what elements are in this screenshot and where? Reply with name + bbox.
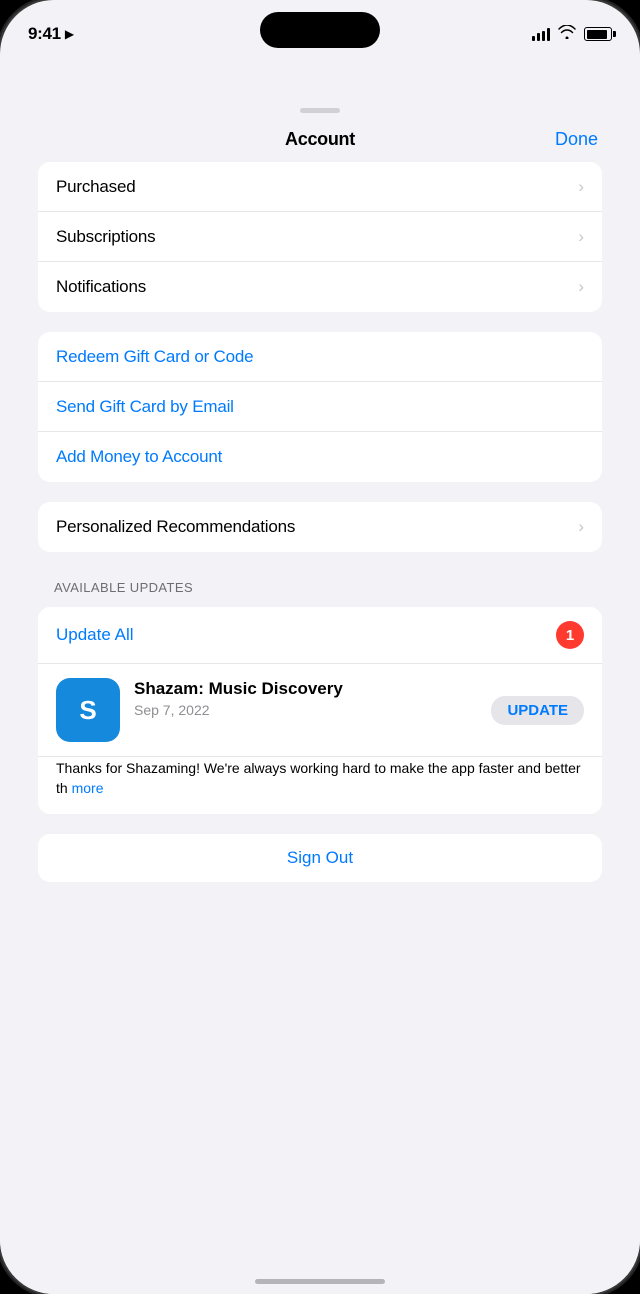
app-row-shazam: S Shazam: Music Discovery Sep 7, 2022 UP… (38, 664, 602, 757)
done-button[interactable]: Done (555, 129, 598, 150)
available-updates-label: AVAILABLE UPDATES (22, 572, 618, 603)
send-gift-row[interactable]: Send Gift Card by Email (38, 382, 602, 432)
notifications-row[interactable]: Notifications › (38, 262, 602, 312)
phone-frame: 9:41 ▶ (0, 0, 640, 1294)
content-scroll[interactable]: Purchased › Subscriptions › Notification… (22, 162, 618, 1276)
signal-bars (532, 27, 550, 41)
sign-out-label: Sign Out (287, 848, 353, 868)
section3-card: Personalized Recommendations › (38, 502, 602, 552)
status-icons (532, 25, 612, 43)
signal-bar-1 (532, 36, 535, 41)
section2-card: Redeem Gift Card or Code Send Gift Card … (38, 332, 602, 482)
subscriptions-row[interactable]: Subscriptions › (38, 212, 602, 262)
wifi-icon (558, 25, 576, 43)
section1-card: Purchased › Subscriptions › Notification… (38, 162, 602, 312)
signal-bar-2 (537, 33, 540, 41)
personalized-chevron: › (578, 517, 584, 537)
add-money-label: Add Money to Account (56, 447, 222, 467)
more-link[interactable]: more (72, 780, 104, 796)
shazam-icon-svg: S (66, 688, 110, 732)
update-button[interactable]: UPDATE (491, 696, 584, 725)
modal-sheet: Account Done Purchased › Subscriptions › (22, 100, 618, 1294)
app-description: Thanks for Shazaming! We're always worki… (56, 760, 581, 796)
purchased-label: Purchased (56, 177, 135, 197)
app-date: Sep 7, 2022 (134, 702, 477, 718)
modal-title: Account (285, 129, 355, 150)
redeem-gift-label: Redeem Gift Card or Code (56, 347, 253, 367)
redeem-gift-row[interactable]: Redeem Gift Card or Code (38, 332, 602, 382)
sign-out-row[interactable]: Sign Out (38, 834, 602, 882)
send-gift-label: Send Gift Card by Email (56, 397, 234, 417)
status-time: 9:41 (28, 24, 61, 44)
location-icon: ▶ (65, 27, 74, 41)
signal-bar-3 (542, 31, 545, 41)
app-row-content: S Shazam: Music Discovery Sep 7, 2022 UP… (56, 678, 584, 742)
purchased-row[interactable]: Purchased › (38, 162, 602, 212)
home-indicator (255, 1279, 385, 1284)
app-info: Shazam: Music Discovery Sep 7, 2022 (134, 678, 477, 724)
subscriptions-label: Subscriptions (56, 227, 155, 247)
app-name: Shazam: Music Discovery (134, 678, 477, 700)
notifications-chevron: › (578, 277, 584, 297)
svg-text:S: S (79, 695, 96, 725)
add-money-row[interactable]: Add Money to Account (38, 432, 602, 482)
purchased-chevron: › (578, 177, 584, 197)
phone-screen: 9:41 ▶ (0, 0, 640, 1294)
sign-out-card: Sign Out (38, 834, 602, 882)
battery-icon (584, 27, 612, 41)
battery-fill (587, 30, 608, 39)
shazam-app-icon: S (56, 678, 120, 742)
signal-bar-4 (547, 28, 550, 41)
update-badge: 1 (556, 621, 584, 649)
personalized-row[interactable]: Personalized Recommendations › (38, 502, 602, 552)
modal-header: Account Done (22, 113, 618, 162)
dynamic-island (260, 12, 380, 48)
app-description-row: Thanks for Shazaming! We're always worki… (38, 757, 602, 814)
notifications-label: Notifications (56, 277, 146, 297)
subscriptions-chevron: › (578, 227, 584, 247)
update-all-label: Update All (56, 625, 134, 645)
personalized-label: Personalized Recommendations (56, 517, 295, 537)
update-all-row[interactable]: Update All 1 (38, 607, 602, 664)
updates-card: Update All 1 S (38, 607, 602, 814)
